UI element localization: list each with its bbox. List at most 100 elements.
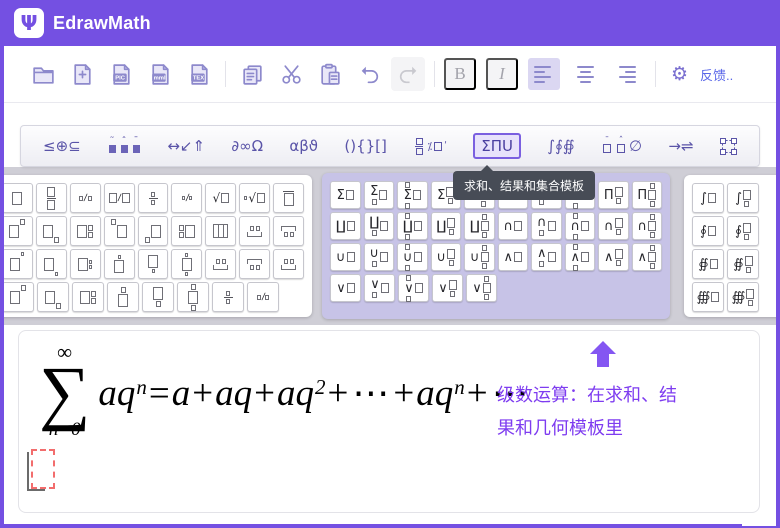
template-button-presupsub[interactable] [171,216,202,246]
category-greek[interactable]: αβϑ [289,137,318,155]
settings-gear-icon[interactable]: ⚙ [665,62,694,86]
template-button-sub[interactable] [37,282,69,312]
template-button-∫-r[interactable]: ∫ [692,183,724,213]
template-button-∩-sub[interactable]: ∩ [598,212,629,240]
template-button-Σ-ou[interactable]: Σ [397,181,428,209]
template-button-∧-ss[interactable]: ∧ [632,243,663,271]
template-button-xsupsub[interactable] [70,249,101,279]
template-button-∐-ou[interactable]: ∐ [397,212,428,240]
template-button-∰-sub[interactable]: ∰ [727,282,759,312]
template-button-obar[interactable] [273,183,304,213]
template-button-∧-sub[interactable]: ∧ [598,243,629,271]
template-button-presub[interactable] [138,216,169,246]
italic-button[interactable]: I [486,58,518,90]
template-button-∧-r[interactable]: ∧ [498,243,529,271]
cut-button[interactable] [274,57,308,91]
template-button-dover[interactable] [104,249,135,279]
template-button-∐-sub[interactable]: ∐ [431,212,462,240]
copy-button[interactable] [235,57,269,91]
template-button-vbox[interactable] [205,216,236,246]
category-fractions[interactable]: ⁒ ʹ [413,138,447,155]
template-button-sup[interactable] [2,282,34,312]
template-button-∪-ss[interactable]: ∪ [464,243,495,271]
category-labeled-arrows[interactable]: →⇌ [668,137,693,155]
template-button-ubrk[interactable] [273,249,304,279]
template-button-∩-u[interactable]: ∩ [531,212,562,240]
template-button-∨-u[interactable]: ∨ [364,274,395,302]
paste-button[interactable] [313,57,347,91]
category-accents[interactable]: ˜ ˆ ˉ [107,139,141,153]
undo-button[interactable] [352,57,386,91]
category-brackets[interactable]: (){}[] [344,137,387,155]
template-button-sup[interactable] [2,216,33,246]
align-right-button[interactable] [610,58,642,90]
template-button-∨-ou[interactable]: ∨ [398,274,429,302]
scrollbar-corner[interactable] [742,516,776,526]
template-button-∪-ou[interactable]: ∪ [397,243,428,271]
template-button-∨-ss[interactable]: ∨ [466,274,497,302]
export-mml-button[interactable]: mml [143,57,177,91]
template-button-Π-ss[interactable]: Π [632,181,663,209]
template-button-Σ-r[interactable]: Σ [330,181,361,209]
template-button-presup[interactable] [104,216,135,246]
template-button-dfrac[interactable]: / [247,282,279,312]
template-button-ubrk[interactable] [239,216,270,246]
template-button-boverunder[interactable] [177,282,209,312]
category-overbars[interactable]: ˉ ˆ ∅ [601,137,642,155]
template-button-doverunder[interactable] [171,249,202,279]
template-button-frac[interactable] [36,183,67,213]
template-button-∯-sub[interactable]: ∯ [727,249,759,279]
template-button-sqrt[interactable]: √ [205,183,236,213]
export-pic-button[interactable]: PIC [104,57,138,91]
open-folder-button[interactable] [26,57,60,91]
align-center-button[interactable] [569,58,601,90]
template-button-∐-u[interactable]: ∐ [364,212,395,240]
template-button-∐-ss[interactable]: ∐ [464,212,495,240]
template-button-∫-sub[interactable]: ∫ [727,183,759,213]
template-button-∪-sub[interactable]: ∪ [431,243,462,271]
template-button-∨-sub[interactable]: ∨ [432,274,463,302]
template-button-Σ-u[interactable]: Σ [364,181,395,209]
template-button-∩-ou[interactable]: ∩ [565,212,596,240]
template-button-∮-sub[interactable]: ∮ [727,216,759,246]
export-tex-button[interactable]: TEX [182,57,216,91]
template-button-dfrac[interactable]: / [70,183,101,213]
template-button-bunder[interactable] [142,282,174,312]
category-misc-symbols[interactable]: ∂∞Ω [231,137,263,155]
template-button-∧-u[interactable]: ∧ [531,243,562,271]
template-button-ubrk[interactable] [205,249,236,279]
template-button-sfrac[interactable] [138,183,169,213]
template-button-∮-r[interactable]: ∮ [692,216,724,246]
template-button-sfrac[interactable] [212,282,244,312]
template-button-box[interactable] [2,183,33,213]
category-matrix[interactable] [720,138,737,155]
template-button-∰-r[interactable]: ∰ [692,282,724,312]
template-button-∐-r[interactable]: ∐ [330,212,361,240]
template-button-supsub[interactable] [70,216,101,246]
equation-canvas[interactable]: ∞ ∑ n=0 aqn=a+aq+aq2+⋯+aqn+⋯ 级数运算：在求和、结果… [18,330,760,513]
template-button-bover[interactable] [107,282,139,312]
feedback-link[interactable]: 反馈.. [700,65,733,84]
template-button-Π-sub[interactable]: Π [598,181,629,209]
template-button-xsup[interactable] [2,249,33,279]
template-button-∯-r[interactable]: ∯ [692,249,724,279]
template-button-nrt[interactable]: √ [239,183,270,213]
template-button-spct[interactable]: / [171,183,202,213]
template-button-∨-r[interactable]: ∨ [330,274,361,302]
template-button-supsub[interactable] [72,282,104,312]
template-button-∪-u[interactable]: ∪ [364,243,395,271]
template-button-∪-r[interactable]: ∪ [330,243,361,271]
category-sums-products-sets[interactable]: ΣΠU [473,133,521,159]
template-button-obrk[interactable] [239,249,270,279]
category-relations[interactable]: ≤⊕⊆ [43,137,81,155]
template-button-∩-r[interactable]: ∩ [498,212,529,240]
template-button-xsub[interactable] [36,249,67,279]
template-button-lfrac[interactable]: / [104,183,135,213]
category-integrals[interactable]: ∫∮∯ [547,137,574,155]
template-button-∩-ss[interactable]: ∩ [632,212,663,240]
template-button-sub[interactable] [36,216,67,246]
redo-button[interactable] [391,57,425,91]
category-arrows[interactable]: ↔↙⇑ [167,137,205,155]
align-left-button[interactable] [528,58,560,90]
template-button-dunder[interactable] [138,249,169,279]
